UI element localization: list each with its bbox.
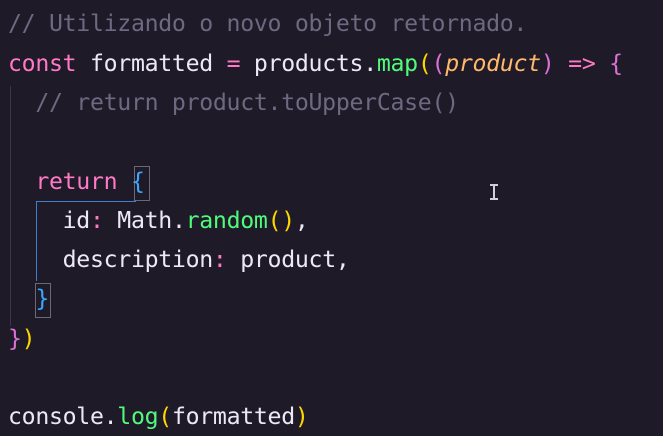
code-token: return [35, 168, 118, 195]
code-token: : [212, 246, 227, 273]
code-token: ( [158, 403, 172, 430]
code-token: => [568, 50, 596, 77]
code-token: ( [417, 50, 432, 77]
code-line[interactable]: id: Math.random(), [8, 201, 309, 240]
code-token: const [8, 50, 77, 77]
code-token: map [376, 50, 418, 77]
code-line[interactable]: description: product, [8, 240, 350, 279]
code-token: log [117, 403, 159, 430]
code-line[interactable]: // return product.toUpperCase() [8, 83, 459, 122]
code-token: formatted [171, 403, 295, 430]
code-token: // return product.toUpperCase() [8, 89, 459, 116]
code-token: } [8, 325, 22, 352]
code-editor[interactable]: // Utilizando o novo objeto retornado. co… [0, 0, 663, 436]
code-line[interactable]: console.log(formatted) [8, 397, 309, 436]
code-token: ) [540, 50, 555, 77]
code-token: = [226, 50, 241, 77]
code-token: product, [226, 246, 350, 273]
code-token: // Utilizando o novo objeto retornado. [8, 10, 528, 37]
code-line[interactable]: // Utilizando o novo objeto retornado. [8, 4, 527, 43]
code-token: product [445, 50, 541, 77]
code-token: { [609, 50, 623, 77]
code-line[interactable]: } [8, 279, 49, 318]
i-beam-icon [490, 184, 498, 200]
code-token: description [8, 246, 214, 273]
code-token: ) [21, 325, 36, 352]
code-token: { [130, 168, 145, 195]
code-token: console. [8, 403, 118, 430]
code-token: ) [294, 403, 309, 430]
code-token: , [294, 207, 309, 234]
code-token: ( [431, 50, 446, 77]
code-token: () [267, 207, 296, 234]
code-token: Math. [103, 207, 186, 234]
code-token: } [35, 285, 49, 312]
code-token: products. [240, 50, 377, 77]
code-token: formatted [76, 50, 227, 77]
code-token: : [89, 207, 104, 234]
code-line[interactable]: return { [8, 162, 145, 201]
code-token: random [185, 207, 268, 234]
code-line[interactable]: }) [8, 319, 36, 358]
code-token: id [8, 207, 91, 234]
code-line[interactable]: const formatted = products.map((product)… [8, 44, 623, 83]
